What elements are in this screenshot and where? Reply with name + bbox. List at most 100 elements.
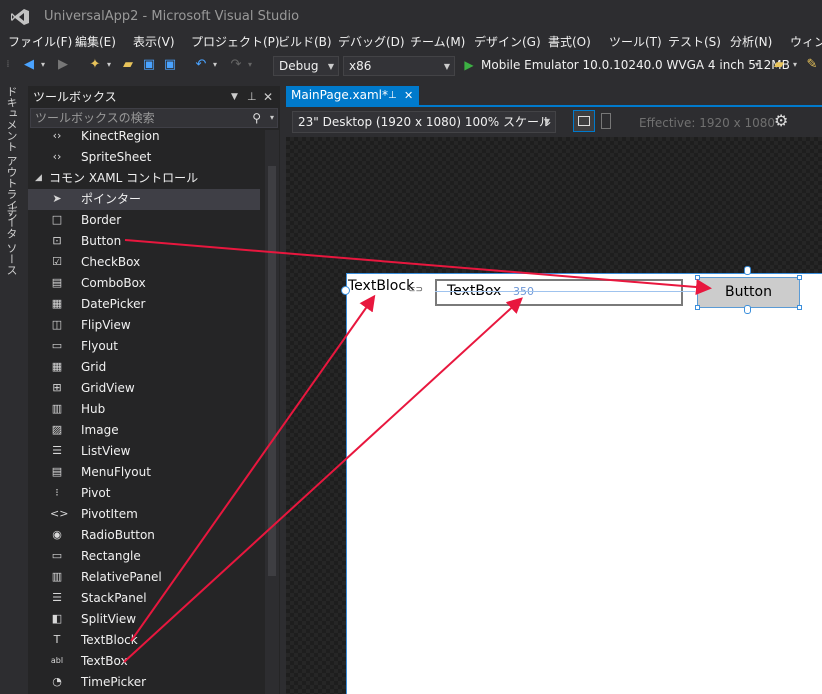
resize-handle[interactable] — [797, 275, 802, 280]
resize-handle[interactable] — [797, 305, 802, 310]
document-tab-mainpage[interactable]: MainPage.xaml* ⊥ ✕ — [286, 86, 419, 105]
toolbox-item-label: Hub — [81, 402, 106, 416]
toolbox-item-image[interactable]: ▨ Image — [28, 420, 260, 441]
toolbox-item-pivotitem[interactable]: <> PivotItem — [28, 504, 260, 525]
toolbox-item-pivot[interactable]: ⁝ Pivot — [28, 483, 260, 504]
toolbox-item-radiobutton[interactable]: ◉ RadioButton — [28, 525, 260, 546]
document-outline-tab[interactable]: ドキュメント アウトライン — [3, 86, 19, 222]
toolbox-scrollbar-thumb[interactable] — [268, 166, 276, 576]
undo-icon[interactable]: ↶ — [193, 53, 209, 77]
landscape-orientation-button[interactable] — [573, 110, 595, 132]
toolbox-item-relativepanel[interactable]: ▥ RelativePanel — [28, 567, 260, 588]
toolbox-item-stackpanel[interactable]: ☰ StackPanel — [28, 588, 260, 609]
toolbox-item-checkbox[interactable]: ☑ CheckBox — [28, 252, 260, 273]
search-options-icon[interactable]: ▾ — [270, 109, 274, 127]
toolbox-item-border[interactable]: □ Border — [28, 210, 260, 231]
menu-team[interactable]: チーム(M) — [410, 33, 465, 51]
menu-file[interactable]: ファイル(F) — [8, 33, 72, 51]
toolbox-item-label: DatePicker — [81, 297, 146, 311]
toolbox-item-gridview[interactable]: ⊞ GridView — [28, 378, 260, 399]
toolbox-item-kinectregion[interactable]: ‹› KinectRegion — [28, 126, 260, 147]
menu-tools[interactable]: ツール(T) — [609, 33, 662, 51]
design-page[interactable] — [346, 273, 822, 694]
design-button[interactable]: Button — [697, 277, 800, 308]
toolbox-group-label: コモン XAML コントロール — [49, 171, 199, 185]
undo-dropdown-icon[interactable]: ▾ — [210, 53, 220, 77]
toolbox-search-placeholder: ツールボックスの検索 — [35, 111, 155, 125]
toolbox-item-listview[interactable]: ☰ ListView — [28, 441, 260, 462]
resize-handle-bottom[interactable] — [744, 305, 751, 314]
toolbox-item-hub[interactable]: ▥ Hub — [28, 399, 260, 420]
device-scale-combo[interactable]: 23" Desktop (1920 x 1080) 100% スケール ▼ — [292, 111, 556, 133]
toolbox-item-combobox[interactable]: ▤ ComboBox — [28, 273, 260, 294]
configuration-combo[interactable]: Debug ▼ — [273, 56, 339, 76]
toolbox-item-pointer[interactable]: ➤ ポインター — [28, 189, 260, 210]
menu-test[interactable]: テスト(S) — [668, 33, 721, 51]
toolbox-item-flyout[interactable]: ▭ Flyout — [28, 336, 260, 357]
forward-icon[interactable]: ▶ — [55, 53, 71, 77]
toolbox-item-datepicker[interactable]: ▦ DatePicker — [28, 294, 260, 315]
save-icon[interactable]: ▣ — [141, 53, 157, 77]
toolbox-item-button[interactable]: ⊡ Button — [28, 231, 260, 252]
side-tab-strip: ドキュメント アウトライン データ ソース — [0, 80, 26, 694]
search-icon[interactable]: ⚲ — [252, 109, 261, 127]
menu-view[interactable]: 表示(V) — [133, 33, 175, 51]
redo-dropdown-icon[interactable]: ▾ — [245, 53, 255, 77]
toolbox-item-grid[interactable]: ▦ Grid — [28, 357, 260, 378]
toolbox-group-common-xaml[interactable]: ◢ コモン XAML コントロール — [28, 168, 260, 189]
flyout-icon: ▭ — [51, 339, 63, 352]
toolbox-item-menuflyout[interactable]: ▤ MenuFlyout — [28, 462, 260, 483]
toolbox-item-flipview[interactable]: ◫ FlipView — [28, 315, 260, 336]
link-icon: ⊂⊃ — [408, 285, 424, 295]
toolbox-toolbar-icon[interactable]: ▰ — [771, 53, 787, 77]
back-dropdown-icon[interactable]: ▾ — [38, 53, 48, 77]
toolbar-extra-icon[interactable]: ✎ — [804, 53, 820, 77]
toolbox-item-label: TimePicker — [81, 675, 147, 689]
menu-format[interactable]: 書式(O) — [548, 33, 591, 51]
configuration-value: Debug — [279, 59, 319, 73]
run-target-button[interactable]: Mobile Emulator 10.0.10240.0 WVGA 4 inch… — [481, 58, 790, 72]
menu-project[interactable]: プロジェクト(P) — [191, 33, 280, 51]
toolbox-item-timepicker[interactable]: ◔ TimePicker — [28, 672, 260, 693]
design-textblock[interactable]: TextBlock — [348, 278, 414, 294]
menu-analyze[interactable]: 分析(N) — [730, 33, 772, 51]
run-target-dropdown-icon[interactable]: ▾ — [752, 53, 762, 77]
toolbox-item-spritesheet[interactable]: ‹› SpriteSheet — [28, 147, 260, 168]
data-sources-tab[interactable]: データ ソース — [3, 206, 19, 276]
pointer-icon: ➤ — [52, 192, 62, 205]
panel-menu-icon[interactable]: ▼ — [231, 86, 238, 108]
new-dropdown-icon[interactable]: ▾ — [104, 53, 114, 77]
portrait-orientation-button[interactable] — [601, 113, 611, 129]
code-brackets-icon: ‹› — [52, 150, 62, 163]
toolbox-item-rectangle[interactable]: ▭ Rectangle — [28, 546, 260, 567]
menu-debug[interactable]: デバッグ(D) — [338, 33, 405, 51]
save-all-icon[interactable]: ▣ — [162, 53, 178, 77]
menu-design[interactable]: デザイン(G) — [474, 33, 541, 51]
new-project-icon[interactable]: ✦ — [87, 53, 103, 77]
toolbox-item-label: KinectRegion — [81, 129, 160, 143]
toolbar-more-icon[interactable]: ▾ — [790, 53, 800, 77]
toolbox-item-splitview[interactable]: ◧ SplitView — [28, 609, 260, 630]
redo-icon[interactable]: ↷ — [228, 53, 244, 77]
resize-handle[interactable] — [695, 275, 700, 280]
resize-handle-top[interactable] — [744, 266, 751, 275]
open-folder-icon[interactable]: ▰ — [120, 53, 136, 77]
close-icon[interactable]: ✕ — [263, 86, 273, 108]
toolbox-item-textblock[interactable]: T TextBlock — [28, 630, 260, 651]
textblock-icon: T — [53, 633, 61, 646]
menu-window[interactable]: ウィンド — [790, 33, 822, 51]
start-debug-icon[interactable]: ▶ — [462, 53, 476, 77]
close-icon[interactable]: ✕ — [404, 86, 413, 105]
gear-icon[interactable]: ⚙ — [774, 111, 788, 130]
menu-build[interactable]: ビルド(B) — [278, 33, 332, 51]
margin-anchor-icon[interactable] — [341, 286, 350, 295]
toolbox-item-textbox[interactable]: abl TextBox — [28, 651, 260, 672]
back-icon[interactable]: ◀ — [21, 53, 37, 77]
pin-icon[interactable]: ⊥ — [388, 86, 397, 105]
resize-handle[interactable] — [695, 305, 700, 310]
menu-edit[interactable]: 編集(E) — [75, 33, 116, 51]
platform-combo[interactable]: x86 ▼ — [343, 56, 455, 76]
toolbox-search-input[interactable]: ツールボックスの検索 ⚲ ▾ — [30, 108, 278, 128]
window-title: UniversalApp2 - Microsoft Visual Studio — [44, 9, 300, 24]
pin-icon[interactable]: ⊥ — [247, 86, 257, 108]
